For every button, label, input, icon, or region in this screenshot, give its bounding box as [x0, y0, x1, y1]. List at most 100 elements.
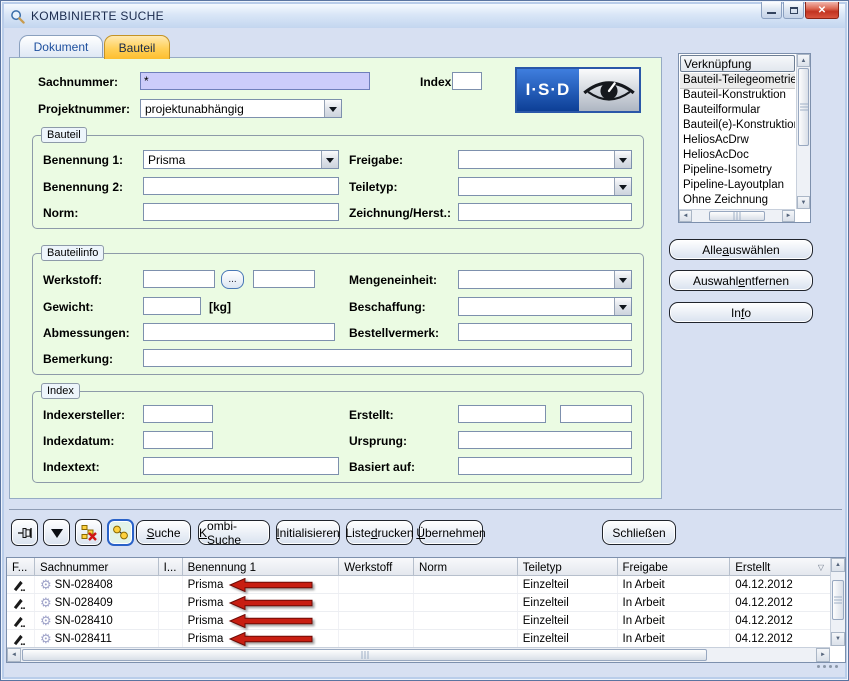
column-header-benennung1[interactable]: Benennung 1 [183, 558, 340, 576]
suche-button[interactable]: Suche [136, 520, 191, 545]
abmessungen-input[interactable] [143, 323, 335, 341]
scroll-up-icon[interactable]: ▲ [831, 558, 845, 572]
gewicht-input[interactable] [143, 297, 201, 315]
scroll-right-icon[interactable]: ► [782, 210, 795, 222]
erstellt-input2[interactable] [560, 405, 632, 423]
scroll-left-icon[interactable]: ◄ [679, 210, 692, 222]
column-header-sachnummer[interactable]: Sachnummer [35, 558, 159, 576]
list-item[interactable]: Bauteil-Teilegeometrie [680, 73, 795, 88]
maximize-button[interactable] [783, 2, 804, 19]
indexdatum-input[interactable] [143, 431, 213, 449]
tab-dokument[interactable]: Dokument [19, 35, 103, 58]
clear-result-list-button[interactable] [75, 519, 102, 546]
list-horizontal-scrollbar[interactable]: ◄ ► [679, 209, 795, 222]
uebernehmen-button[interactable]: Übernehmen [419, 520, 483, 545]
sachnummer-input[interactable] [140, 72, 370, 90]
alle-auswaehlen-button[interactable]: Alle auswählen [669, 239, 813, 260]
table-row[interactable]: ⚙SN-028408 Prisma Einzelteil In Arbeit 0… [7, 576, 830, 594]
chevron-down-icon[interactable] [614, 151, 631, 168]
indexersteller-input[interactable] [143, 405, 213, 423]
beschaffung-combobox[interactable] [458, 297, 632, 316]
benennung2-input[interactable] [143, 177, 339, 195]
chevron-down-icon[interactable] [614, 178, 631, 195]
sort-descending-icon[interactable]: ▽ [818, 563, 824, 572]
chevron-down-icon[interactable] [324, 100, 341, 117]
column-header-index[interactable]: I... [159, 558, 183, 576]
list-hscroll-thumb[interactable] [709, 211, 765, 221]
chevron-down-icon[interactable] [321, 151, 338, 168]
freigabe-combobox[interactable] [458, 150, 632, 169]
kombi-suche-button[interactable]: Kombi-Suche [198, 520, 270, 545]
scroll-left-icon[interactable]: ◄ [7, 648, 21, 662]
chevron-down-icon[interactable] [614, 271, 631, 288]
indextext-input[interactable] [143, 457, 339, 475]
dropdown-menu-button[interactable] [43, 519, 70, 546]
magnifier-icon [10, 9, 25, 24]
column-header-freigabe[interactable]: Freigabe [618, 558, 731, 576]
bestellvermerk-input[interactable] [458, 323, 632, 341]
index-input[interactable] [452, 72, 482, 90]
initialisieren-button[interactable]: Initialisieren [276, 520, 340, 545]
teiletyp-combobox[interactable] [458, 177, 632, 196]
chevron-down-icon[interactable] [614, 298, 631, 315]
table-vertical-scrollbar[interactable]: ▲ ▼ [830, 558, 845, 646]
column-header-werkstoff[interactable]: Werkstoff [339, 558, 414, 576]
basiert-auf-input[interactable] [458, 457, 632, 475]
mengeneinheit-combobox[interactable] [458, 270, 632, 289]
scroll-down-icon[interactable]: ▼ [831, 632, 845, 646]
isd-logo: I·S·D [515, 67, 641, 113]
list-scroll-thumb[interactable] [798, 68, 809, 146]
group-index-title: Index [41, 383, 80, 399]
table-row[interactable]: ⚙SN-028409 Prisma Einzelteil In Arbeit 0… [7, 594, 830, 612]
group-index: Index Indexersteller: Erstellt: Indexdat… [32, 391, 644, 483]
schliessen-button[interactable]: Schließen [602, 520, 676, 545]
linked-search-toggle-button[interactable] [107, 519, 134, 546]
table-hscroll-thumb[interactable] [22, 649, 707, 661]
benennung1-combobox[interactable]: Prisma [143, 150, 339, 169]
list-item[interactable]: Ohne Zeichnung [680, 193, 795, 208]
beschaffung-label: Beschaffung: [349, 300, 426, 314]
list-item[interactable]: Pipeline-Isometry [680, 163, 795, 178]
projektnummer-combobox[interactable]: projektunabhängig [140, 99, 342, 118]
resize-grip[interactable] [817, 665, 838, 668]
column-header-erstellt[interactable]: Erstellt▽ [730, 558, 830, 576]
table-row[interactable]: ⚙SN-028411 Prisma Einzelteil In Arbeit 0… [7, 630, 830, 648]
list-item[interactable]: HeliosAcDoc [680, 148, 795, 163]
tab-bauteil[interactable]: Bauteil [104, 35, 170, 59]
scroll-up-icon[interactable]: ▲ [797, 54, 810, 67]
pin-dialog-button[interactable] [11, 519, 38, 546]
column-header-f[interactable]: F... [7, 558, 35, 576]
table-scroll-thumb[interactable] [832, 580, 844, 620]
column-header-teiletyp[interactable]: Teiletyp [518, 558, 618, 576]
table-horizontal-scrollbar[interactable]: ◄ ► [7, 647, 830, 662]
list-item[interactable]: HeliosAcDrw [680, 133, 795, 148]
list-item[interactable]: Pipeline-Layoutplan [680, 178, 795, 193]
title-bar[interactable]: KOMBINIERTE SUCHE ✕ [4, 4, 845, 28]
list-item[interactable]: Bauteilformular [680, 103, 795, 118]
auswahl-entfernen-button[interactable]: Auswahl entfernen [669, 270, 813, 291]
werkstoff-browse-button[interactable]: ... [221, 270, 244, 289]
bemerkung-input[interactable] [143, 349, 632, 367]
verknuepfung-listbox: Verknüpfung Bauteil-Teilegeometrie Baute… [678, 53, 811, 223]
info-button[interactable]: Info [669, 302, 813, 323]
werkstoff-input2[interactable] [253, 270, 315, 288]
werkstoff-input[interactable] [143, 270, 215, 288]
scroll-down-icon[interactable]: ▼ [797, 196, 810, 209]
list-item[interactable]: Bauteil-Konstruktion [680, 88, 795, 103]
list-item[interactable]: Bauteil(e)-Konstruktion [680, 118, 795, 133]
tabpage-bauteil: Sachnummer: Index: Projektnummer: projek… [9, 57, 662, 499]
liste-drucken-button[interactable]: Liste drucken [346, 520, 413, 545]
zeichnung-herst-input[interactable] [458, 203, 632, 221]
ursprung-input[interactable] [458, 431, 632, 449]
teiletyp-label: Teiletyp: [349, 180, 397, 194]
minimize-button[interactable] [761, 2, 782, 19]
erstellt-input1[interactable] [458, 405, 546, 423]
scroll-right-icon[interactable]: ► [816, 648, 830, 662]
norm-input[interactable] [143, 203, 339, 221]
table-row[interactable]: ⚙SN-028410 Prisma Einzelteil In Arbeit 0… [7, 612, 830, 630]
close-button[interactable]: ✕ [805, 2, 839, 19]
isd-logo-text: I·S·D [517, 69, 579, 111]
list-vertical-scrollbar[interactable]: ▲ ▼ [796, 54, 810, 209]
column-header-norm[interactable]: Norm [414, 558, 518, 576]
part-gear-icon: ⚙ [40, 633, 52, 645]
